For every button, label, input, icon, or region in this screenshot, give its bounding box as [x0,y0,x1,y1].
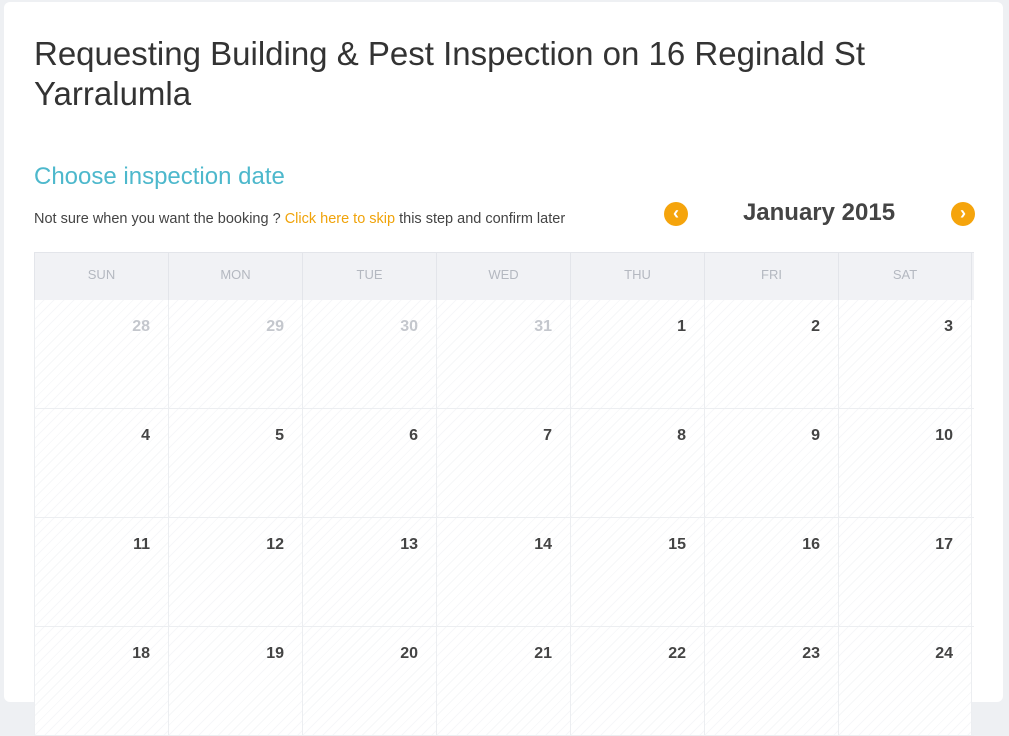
calendar-day-cell[interactable]: 20 [302,627,436,735]
day-number: 9 [811,427,820,444]
weekday-header-cell: WED [436,253,570,300]
calendar-day-cell[interactable]: 10 [838,409,972,517]
chevron-right-icon: › [960,203,966,223]
calendar-day-cell[interactable]: 16 [704,518,838,626]
prev-month-button[interactable]: ‹ [664,202,688,226]
calendar-day-cell[interactable]: 18 [34,627,168,735]
calendar-day-cell[interactable]: 4 [34,409,168,517]
calendar-day-cell[interactable]: 12 [168,518,302,626]
calendar-day-cell[interactable]: 21 [436,627,570,735]
calendar-day-cell[interactable]: 5 [168,409,302,517]
chevron-left-icon: ‹ [673,203,679,223]
calendar-day-cell[interactable]: 6 [302,409,436,517]
calendar-week-row: 28 29 30 31 1 2 3 [34,300,974,409]
day-number: 1 [677,318,686,335]
booking-card: Requesting Building & Pest Inspection on… [4,2,1003,736]
calendar-day-cell-other-month[interactable]: 30 [302,300,436,408]
weekday-header-cell: FRI [704,253,838,300]
weekday-header-cell: THU [570,253,704,300]
calendar-day-cell[interactable]: 24 [838,627,972,735]
skip-note: Not sure when you want the booking ? Cli… [34,209,565,229]
weekday-header-cell: SAT [838,253,972,300]
calendar-day-cell[interactable]: 1 [570,300,704,408]
calendar-day-cell[interactable]: 17 [838,518,972,626]
day-number: 16 [802,536,820,553]
calendar-grid: SUN MON TUE WED THU FRI SAT 28 29 30 31 1 2 3 4 5 6 7 8 9 1… [34,252,974,736]
day-number: 10 [935,427,953,444]
calendar-day-cell[interactable]: 14 [436,518,570,626]
day-number: 7 [543,427,552,444]
calendar-week-row: 4 5 6 7 8 9 10 [34,409,974,518]
calendar-day-cell[interactable]: 23 [704,627,838,735]
calendar-day-cell[interactable]: 8 [570,409,704,517]
day-number: 21 [534,645,552,662]
day-number: 13 [400,536,418,553]
day-number: 12 [266,536,284,553]
weekday-header-cell: MON [168,253,302,300]
calendar-day-cell[interactable]: 2 [704,300,838,408]
day-number: 19 [266,645,284,662]
weekday-header: SUN MON TUE WED THU FRI SAT [34,252,974,300]
calendar-day-cell[interactable]: 7 [436,409,570,517]
calendar-week-row: 18 19 20 21 22 23 24 [34,627,974,736]
day-number: 28 [132,318,150,335]
day-number: 22 [668,645,686,662]
day-number: 14 [534,536,552,553]
calendar-day-cell-other-month[interactable]: 28 [34,300,168,408]
day-number: 2 [811,318,820,335]
day-number: 8 [677,427,686,444]
calendar-day-cell[interactable]: 3 [838,300,972,408]
weekday-header-cell: TUE [302,253,436,300]
calendar-day-cell[interactable]: 19 [168,627,302,735]
calendar-day-cell-other-month[interactable]: 29 [168,300,302,408]
next-month-button[interactable]: › [951,202,975,226]
calendar-day-cell[interactable]: 13 [302,518,436,626]
day-number: 31 [534,318,552,335]
calendar-day-cell[interactable]: 9 [704,409,838,517]
day-number: 3 [944,318,953,335]
calendar-week-row: 11 12 13 14 15 16 17 [34,518,974,627]
day-number: 6 [409,427,418,444]
day-number: 24 [935,645,953,662]
page-title: Requesting Building & Pest Inspection on… [34,35,866,112]
day-number: 17 [935,536,953,553]
day-number: 30 [400,318,418,335]
month-label: January 2015 [742,199,896,226]
day-number: 29 [266,318,284,335]
day-number: 18 [132,645,150,662]
section-title: Choose inspection date [34,163,285,190]
calendar-day-cell[interactable]: 11 [34,518,168,626]
skip-note-prefix: Not sure when you want the booking ? [34,211,285,227]
calendar-day-cell-other-month[interactable]: 31 [436,300,570,408]
calendar-day-cell[interactable]: 22 [570,627,704,735]
day-number: 15 [668,536,686,553]
weekday-header-cell: SUN [34,253,168,300]
skip-step-link[interactable]: Click here to skip [285,211,395,227]
skip-note-suffix: this step and confirm later [395,211,566,227]
day-number: 20 [400,645,418,662]
day-number: 4 [141,427,150,444]
day-number: 23 [802,645,820,662]
calendar-day-cell[interactable]: 15 [570,518,704,626]
calendar-body: 28 29 30 31 1 2 3 4 5 6 7 8 9 10 11 12 13 14 15 16 17 18 19 20 2… [34,300,974,736]
day-number: 11 [133,536,150,553]
day-number: 5 [275,427,284,444]
